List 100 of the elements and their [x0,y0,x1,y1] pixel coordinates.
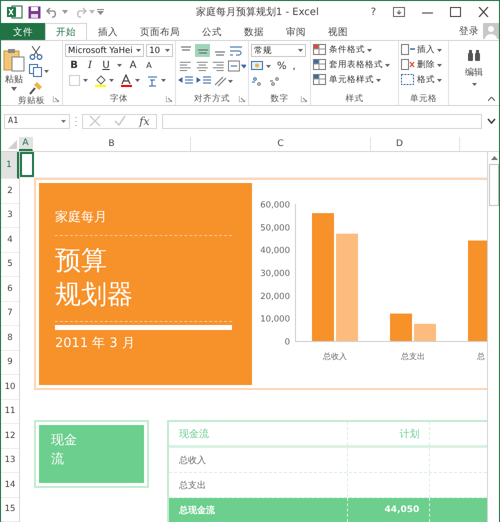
expand-formula-icon[interactable] [487,118,496,124]
decrease-decimal-icon[interactable] [269,75,281,87]
caret-icon[interactable] [437,78,442,82]
ribbon-tab[interactable]: 插入 [87,23,129,40]
align-center-icon[interactable] [194,60,210,72]
bold-button[interactable]: B [69,60,79,71]
cut-icon[interactable] [29,46,43,60]
italic-button[interactable]: I [85,60,95,71]
caret-icon[interactable] [62,10,68,14]
column-header[interactable]: D [371,137,428,151]
customize-toolbar-icon[interactable] [97,9,104,15]
format-cells-icon[interactable] [401,74,415,86]
row-header[interactable]: 6 [1,277,19,302]
column-header[interactable]: C [191,137,371,151]
paste-button[interactable]: 粘贴 [5,73,23,86]
orientation-icon[interactable] [214,75,234,87]
row-header[interactable]: 13 [1,448,19,473]
copy-icon[interactable] [29,64,49,77]
sign-in-link[interactable]: 登录 [459,25,479,38]
row-header[interactable]: 3 [1,204,19,228]
paste-icon[interactable] [3,48,25,72]
vertical-scrollbar[interactable] [487,152,499,522]
caret-icon[interactable] [367,48,372,52]
row-header[interactable]: 1 [1,152,19,179]
caret-icon[interactable] [136,49,142,52]
row-header[interactable]: 10 [1,375,19,400]
style-menu-button[interactable]: 单元格样式 [329,74,374,86]
table-style-icon[interactable] [313,44,327,56]
dialog-launcher-icon[interactable] [53,96,59,102]
ribbon-display-icon[interactable] [393,7,405,17]
insert-cells-icon[interactable] [401,44,415,56]
align-right-icon[interactable] [211,60,226,72]
caret-icon[interactable] [11,87,17,91]
delete-cells-icon[interactable] [401,59,415,71]
caret-icon[interactable] [437,64,442,66]
formula-input[interactable] [162,114,482,128]
binoculars-icon[interactable] [467,50,481,62]
dialog-launcher-icon[interactable] [166,96,172,102]
caret-icon[interactable] [376,78,381,82]
table-style-icon[interactable] [313,74,327,86]
row-header[interactable]: 15 [1,498,19,522]
number-format-field[interactable]: 常规 [251,44,306,57]
insert-function-button[interactable]: fx [139,114,150,128]
caret-icon[interactable] [437,48,442,52]
comma-button[interactable]: , [292,60,296,72]
cells-menu-button[interactable]: 删除 [417,59,435,71]
editing-button[interactable]: 编辑 [465,66,483,79]
percent-button[interactable]: % [277,60,287,72]
align-left-icon[interactable] [178,60,193,72]
maximize-icon[interactable] [450,7,461,17]
scrollbar-thumb[interactable] [489,164,499,206]
dialog-launcher-icon[interactable] [301,96,307,102]
ribbon-tab[interactable]: 页面布局 [129,23,191,40]
row-header[interactable]: 9 [1,350,19,375]
wrap-text-icon[interactable] [229,44,243,56]
font-name-field[interactable]: Microsoft YaHei [65,44,144,57]
decrease-font-button[interactable]: A [144,61,154,70]
increase-decimal-icon[interactable] [251,75,263,87]
font-color-icon[interactable] [121,74,141,87]
help-button[interactable]: ? [370,6,376,18]
caret-icon[interactable] [298,49,303,52]
style-menu-button[interactable]: 套用表格格式 [329,59,383,71]
save-icon[interactable] [28,6,41,18]
row-header[interactable]: 5 [1,252,19,277]
caret-icon[interactable] [472,83,476,86]
cells-menu-button[interactable]: 插入 [417,44,435,56]
currency-icon[interactable] [251,60,271,72]
row-header[interactable]: 2 [1,179,19,204]
underline-button[interactable]: U [101,60,111,71]
row-header[interactable]: 8 [1,326,19,350]
ribbon-tab[interactable]: 公式 [191,23,233,40]
row-header[interactable]: 4 [1,228,19,252]
increase-font-button[interactable]: A [128,60,138,71]
ribbon-tab[interactable]: 开始 [45,23,87,40]
caret-icon[interactable] [61,120,66,122]
row-header[interactable]: 12 [1,424,19,448]
font-size-field[interactable]: 10 [146,44,173,57]
close-icon[interactable] [478,7,489,17]
column-header[interactable]: A [19,137,33,151]
format-painter-icon[interactable] [29,81,43,95]
phonetic-guide-icon[interactable] [147,74,167,87]
fill-color-icon[interactable] [95,74,115,87]
collapse-ribbon-icon[interactable] [488,97,495,101]
ribbon-tab[interactable]: 视图 [317,23,359,40]
dialog-launcher-icon[interactable] [239,96,245,102]
cells-menu-button[interactable]: 格式 [417,74,435,86]
borders-icon[interactable] [69,75,89,86]
merge-cells-icon[interactable] [228,60,246,72]
selected-cell[interactable] [20,152,34,177]
row-header[interactable]: 11 [1,400,19,424]
caret-icon[interactable] [385,64,390,66]
ribbon-tab[interactable]: 审阅 [275,23,317,40]
row-header[interactable]: 14 [1,473,19,498]
column-header[interactable]: B [33,137,191,151]
style-menu-button[interactable]: 条件格式 [329,44,365,56]
row-header[interactable]: 7 [1,302,19,326]
caret-icon[interactable] [117,64,122,67]
file-tab[interactable]: 文件 [1,23,45,40]
name-box[interactable]: A1 [4,114,70,128]
scroll-up-icon[interactable] [490,156,498,160]
